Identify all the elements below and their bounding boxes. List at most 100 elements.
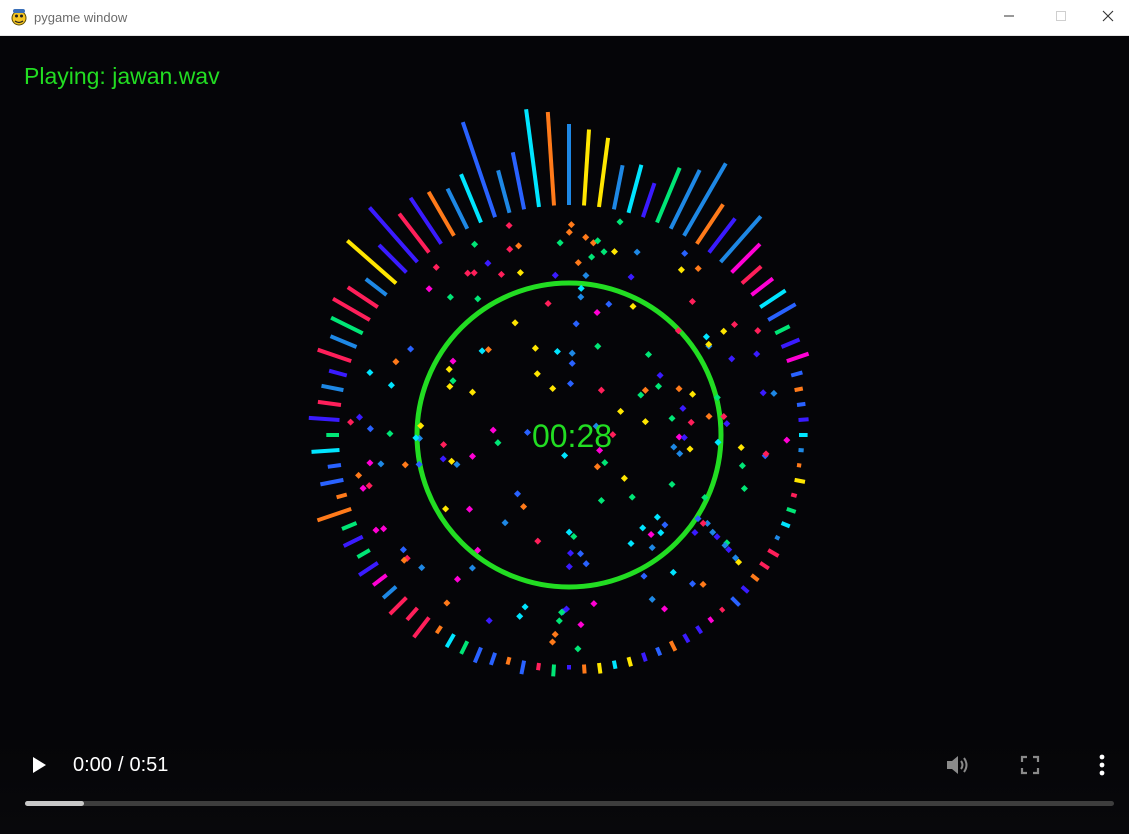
spectrum-bar	[434, 625, 443, 635]
particle	[380, 525, 388, 533]
media-controls-bar: 0:00/0:51	[0, 740, 1129, 834]
spectrum-bar	[489, 652, 497, 666]
particle	[418, 564, 426, 572]
play-button[interactable]	[24, 752, 54, 782]
particle	[407, 345, 415, 353]
particle	[620, 474, 628, 482]
spectrum-bar	[460, 121, 497, 218]
particle	[605, 300, 613, 308]
particle	[600, 248, 608, 256]
particle	[686, 445, 694, 453]
spectrum-bar	[317, 399, 342, 407]
particle	[629, 302, 637, 310]
particle	[568, 349, 576, 357]
particle	[478, 347, 486, 355]
more-options-button[interactable]	[1088, 751, 1116, 783]
particle	[577, 621, 585, 629]
spectrum-bar	[381, 585, 398, 600]
particle	[432, 263, 440, 271]
spectrum-bar	[336, 492, 348, 500]
particle	[572, 320, 580, 328]
particle	[548, 638, 557, 646]
particle	[723, 420, 731, 428]
spectrum-bar	[330, 315, 364, 336]
particle	[566, 549, 575, 557]
volume-button[interactable]	[942, 751, 974, 783]
play-icon	[30, 755, 48, 780]
particle	[677, 266, 685, 274]
particle	[453, 575, 462, 583]
spectrum-bar	[750, 276, 775, 297]
particle	[740, 484, 748, 493]
particle	[392, 358, 400, 366]
close-icon	[1102, 9, 1114, 27]
particle	[506, 245, 514, 253]
fullscreen-button[interactable]	[1015, 751, 1045, 783]
particle	[501, 519, 509, 527]
spectrum-bar	[388, 596, 408, 616]
particle	[401, 461, 409, 469]
spectrum-bar	[356, 548, 371, 559]
spectrum-bar	[444, 633, 456, 649]
particle	[366, 425, 374, 433]
particle	[753, 350, 761, 358]
particle	[709, 528, 717, 536]
particle	[449, 377, 457, 385]
spectrum-bar	[357, 561, 379, 577]
seek-bar[interactable]	[25, 801, 1114, 806]
maximize-button[interactable]	[1035, 0, 1087, 36]
particle	[468, 388, 477, 396]
minimize-icon	[1003, 9, 1015, 27]
spectrum-bar	[346, 285, 379, 309]
spectrum-bar	[655, 646, 663, 657]
spectrum-bar	[759, 561, 770, 571]
close-button[interactable]	[1087, 0, 1129, 36]
spectrum-bar	[472, 646, 483, 664]
particle	[687, 418, 695, 426]
particle	[574, 645, 582, 653]
pygame-snake-icon	[10, 8, 28, 26]
particle	[627, 273, 635, 281]
spectrum-bar	[740, 264, 763, 285]
particle	[372, 526, 380, 534]
spectrum-bar	[730, 242, 762, 274]
particle	[474, 295, 482, 303]
particle	[513, 490, 522, 498]
particle	[639, 524, 647, 532]
particle	[590, 600, 598, 608]
particle	[544, 299, 552, 308]
audio-visualizer	[308, 108, 810, 677]
particle	[468, 564, 476, 572]
spectrum-bar	[459, 640, 470, 655]
time-display: 0:00/0:51	[73, 754, 168, 777]
spectrum-bar	[371, 573, 388, 587]
particle	[681, 249, 689, 257]
particle	[657, 529, 665, 537]
spectrum-bar	[796, 463, 802, 468]
particle	[594, 342, 602, 350]
particle	[610, 248, 619, 256]
current-time: 0:00	[73, 754, 112, 776]
particle	[688, 580, 697, 588]
spectrum-bar	[405, 606, 419, 622]
particle	[443, 599, 451, 607]
particle	[446, 293, 454, 301]
particle	[440, 441, 448, 449]
spectrum-bar	[740, 585, 750, 594]
particle	[511, 319, 519, 327]
particle	[656, 371, 664, 379]
particle	[713, 533, 721, 541]
spectrum-bar	[377, 243, 408, 274]
spectrum-bar	[311, 448, 340, 454]
particle	[648, 595, 656, 603]
minimize-button[interactable]	[983, 0, 1035, 36]
spectrum-bar	[641, 182, 657, 218]
window-title: pygame window	[34, 10, 128, 25]
particle	[521, 603, 529, 611]
particle	[641, 386, 649, 394]
particle	[653, 513, 661, 521]
particle	[471, 240, 479, 248]
spectrum-bar	[519, 660, 527, 675]
particle	[565, 528, 573, 536]
particle	[465, 505, 474, 513]
